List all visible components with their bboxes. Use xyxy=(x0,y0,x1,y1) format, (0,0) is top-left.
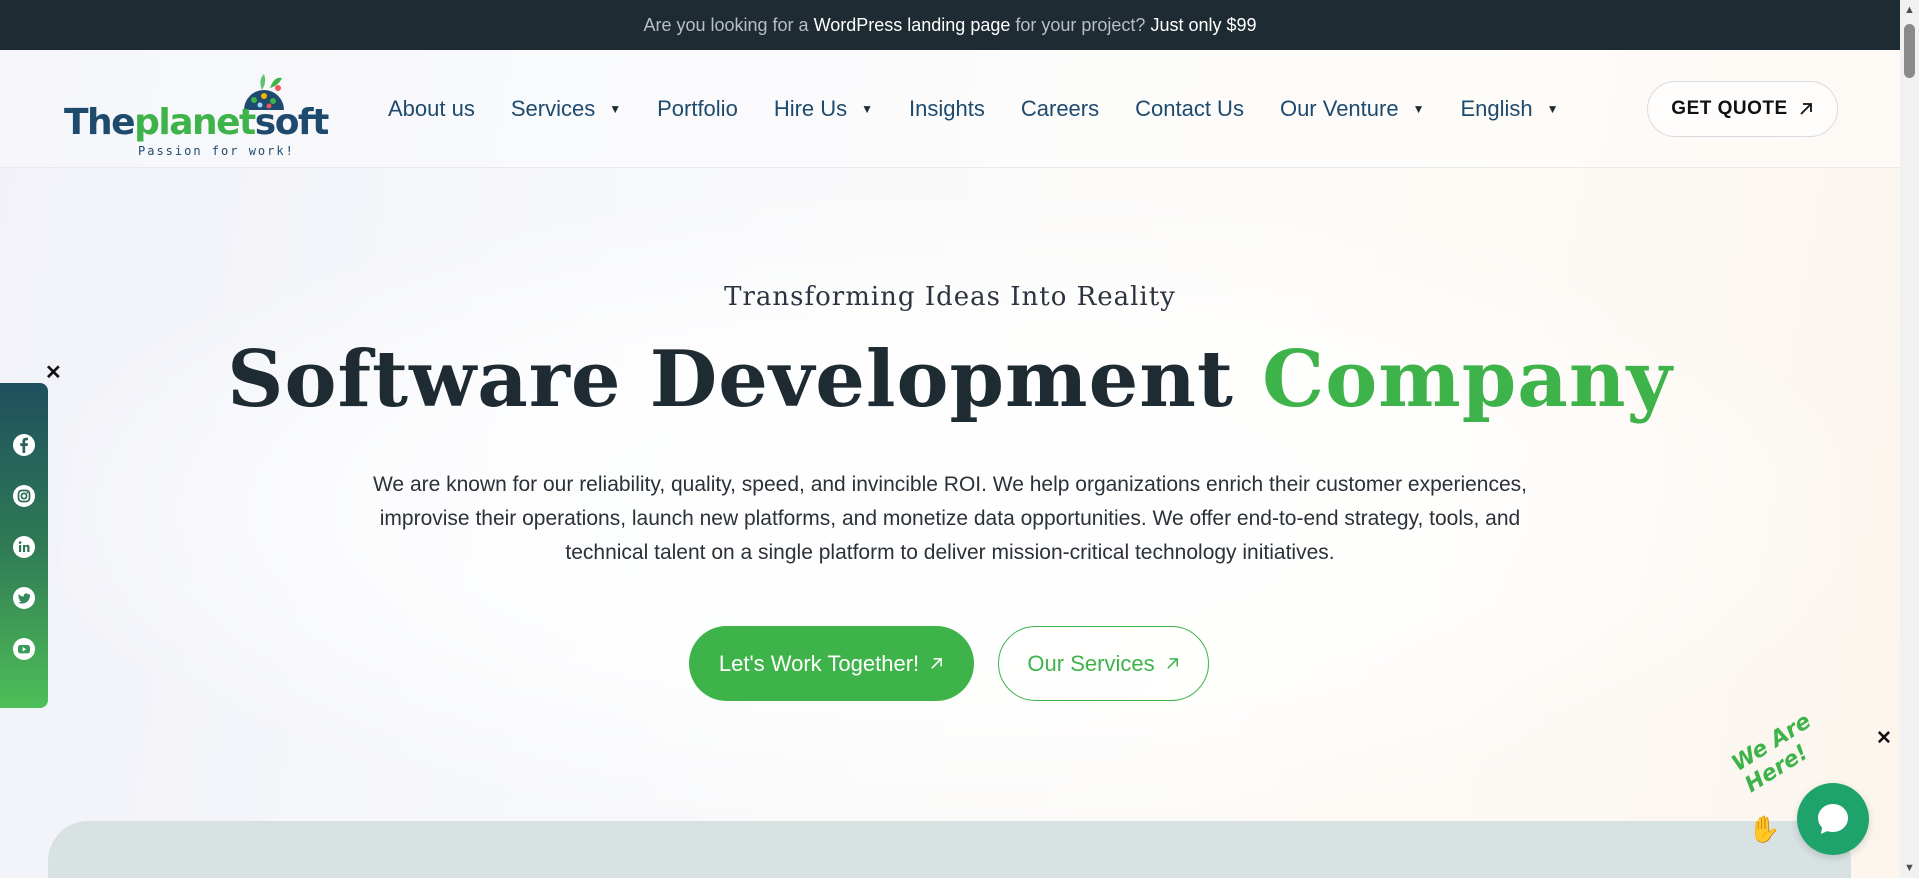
arrow-up-right-icon xyxy=(1800,103,1812,115)
announcement-text-1: Are you looking for a xyxy=(643,14,814,35)
caret-down-icon: ▼ xyxy=(609,102,622,116)
hero-description: We are known for our reliability, qualit… xyxy=(372,473,1527,564)
hero-eyebrow: Transforming Ideas Into Reality xyxy=(724,282,1176,312)
nav-label: Our Venture xyxy=(1279,96,1399,121)
main-nav: About us Services ▼ Portfolio Hire Us ▼ In… xyxy=(388,50,1595,168)
get-quote-label: GET QUOTE xyxy=(1671,98,1788,119)
nav-label: Portfolio xyxy=(657,96,738,121)
our-services-button[interactable]: Our Services xyxy=(998,626,1209,701)
work-together-button[interactable]: Let's Work Together! xyxy=(689,626,974,701)
nav-insights[interactable]: Insights xyxy=(909,96,985,122)
announcement-highlight-2: Just only $99 xyxy=(1150,14,1257,35)
scroll-down-arrow-icon[interactable]: ▼ xyxy=(1904,862,1915,874)
arrow-up-right-icon xyxy=(931,658,943,669)
nav-label: Services xyxy=(510,96,596,121)
scrollbar-thumb[interactable] xyxy=(1904,24,1915,78)
nav-portfolio[interactable]: Portfolio xyxy=(657,96,738,122)
headline-main: Software Development xyxy=(227,334,1263,425)
site-header: Theplanetsoft Passion for work! About us… xyxy=(0,50,1900,168)
site-logo[interactable]: Theplanetsoft Passion for work! xyxy=(64,68,329,158)
linkedin-icon[interactable] xyxy=(12,535,36,559)
close-icon[interactable]: ✕ xyxy=(45,360,62,385)
nav-contact-us[interactable]: Contact Us xyxy=(1135,96,1244,122)
nav-label: Careers xyxy=(1020,96,1100,121)
logo-word-the: The xyxy=(64,102,136,143)
next-section-card xyxy=(48,821,1851,878)
instagram-icon[interactable] xyxy=(12,484,36,508)
headline-accent: Company xyxy=(1262,334,1673,425)
nav-label: About us xyxy=(388,96,475,121)
logo-word-planet: planet xyxy=(134,102,256,143)
youtube-icon[interactable] xyxy=(12,637,36,661)
caret-down-icon: ▼ xyxy=(1412,102,1425,116)
social-sidebar xyxy=(0,383,48,708)
facebook-icon[interactable] xyxy=(12,433,36,457)
logo-wordmark: Theplanetsoft xyxy=(64,102,330,143)
chat-bubble-icon xyxy=(1818,804,1848,834)
nav-hire-us[interactable]: Hire Us ▼ xyxy=(774,96,873,122)
chat-launcher-button[interactable] xyxy=(1797,783,1869,855)
arrow-up-right-icon xyxy=(1166,658,1178,669)
nav-services[interactable]: Services ▼ xyxy=(511,96,621,122)
logo-word-soft: soft xyxy=(254,102,330,143)
page: Are you looking for a WordPress landing … xyxy=(0,0,1900,878)
nav-label: Hire Us xyxy=(773,96,848,121)
close-icon[interactable]: ✕ xyxy=(1876,727,1892,750)
announcement-bar[interactable]: Are you looking for a WordPress landing … xyxy=(0,0,1900,50)
caret-down-icon: ▼ xyxy=(1546,102,1559,116)
logo-tagline: Passion for work! xyxy=(138,144,295,158)
announcement-text-2: for your project? xyxy=(1010,14,1151,35)
nav-label: Contact Us xyxy=(1135,96,1244,121)
nav-careers[interactable]: Careers xyxy=(1021,96,1099,122)
get-quote-button[interactable]: GET QUOTE xyxy=(1647,81,1838,137)
our-services-label: Our Services xyxy=(1027,650,1155,676)
hero-headline: Software Development Company xyxy=(0,334,1900,425)
nav-label: Insights xyxy=(909,96,985,121)
nav-label: English xyxy=(1460,96,1533,121)
waving-hand-icon: ✋ xyxy=(1748,814,1781,844)
announcement-highlight-1: WordPress landing page xyxy=(813,14,1011,35)
page-scrollbar[interactable]: ▲ ▼ xyxy=(1900,0,1919,878)
twitter-icon[interactable] xyxy=(12,586,36,610)
scroll-up-arrow-icon[interactable]: ▲ xyxy=(1904,4,1915,16)
language-selector[interactable]: English ▼ xyxy=(1460,96,1558,122)
work-together-label: Let's Work Together! xyxy=(718,650,920,676)
caret-down-icon: ▼ xyxy=(861,102,874,116)
nav-about-us[interactable]: About us xyxy=(388,96,475,122)
nav-our-venture[interactable]: Our Venture ▼ xyxy=(1280,96,1425,122)
